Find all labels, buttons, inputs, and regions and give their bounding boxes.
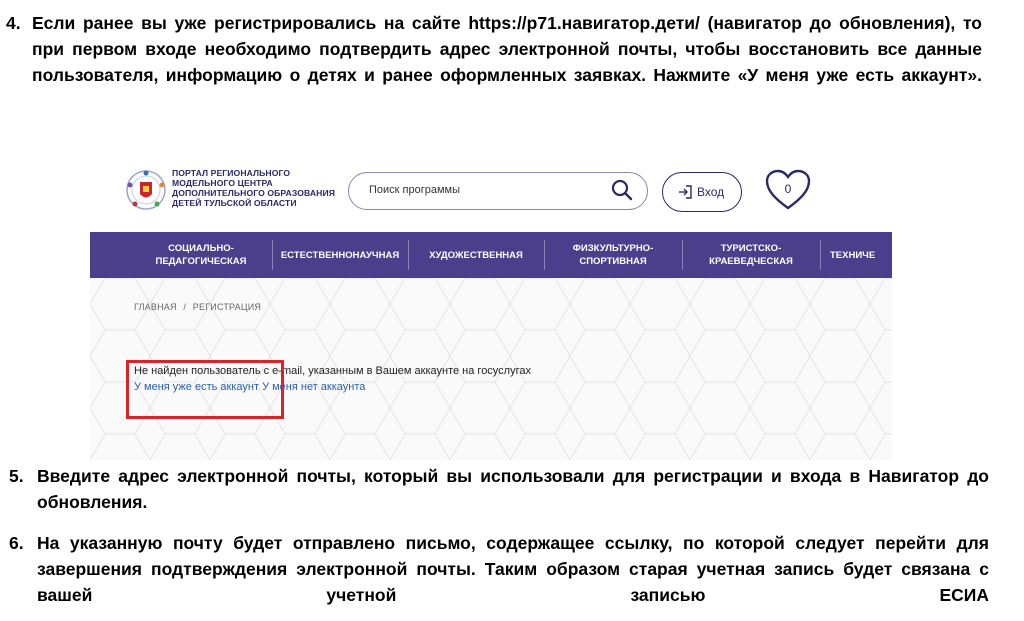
search-input[interactable]: Поиск программы	[348, 172, 648, 210]
login-button[interactable]: Вход	[662, 172, 742, 212]
nav-item-social[interactable]: СОЦИАЛЬНО- ПЕДАГОГИЧЕСКАЯ	[136, 232, 266, 278]
nav-divider	[408, 240, 409, 270]
search-placeholder: Поиск программы	[369, 184, 461, 196]
portal-logo-text: ПОРТАЛ РЕГИОНАЛЬНОГО МОДЕЛЬНОГО ЦЕНТРА Д…	[172, 168, 336, 208]
instruction-page: 4. Если ранее вы уже регистрировались на…	[0, 0, 1024, 621]
breadcrumb-home[interactable]: ГЛАВНАЯ	[134, 302, 177, 312]
login-label: Вход	[697, 185, 725, 199]
login-icon	[679, 185, 692, 199]
favorites-button[interactable]: 0	[764, 168, 812, 212]
breadcrumb-current: РЕГИСТРАЦИЯ	[192, 302, 262, 312]
breadcrumb-separator: /	[183, 302, 187, 312]
step-text: На указанную почту будет отправлено пись…	[37, 533, 989, 605]
portal-logo-icon	[126, 170, 166, 210]
category-nav: СОЦИАЛЬНО- ПЕДАГОГИЧЕСКАЯ ЕСТЕСТВЕННОНАУ…	[90, 232, 892, 278]
breadcrumb: ГЛАВНАЯ / РЕГИСТРАЦИЯ	[134, 302, 265, 312]
step-number: 6.	[9, 533, 24, 553]
step-4: 4. Если ранее вы уже регистрировались на…	[6, 10, 982, 114]
nav-divider	[820, 240, 821, 270]
step-number: 5.	[9, 466, 24, 486]
step-6: 6. На указанную почту будет отправлено п…	[9, 530, 989, 621]
nav-divider	[544, 240, 545, 270]
search-icon[interactable]	[611, 179, 633, 201]
nav-item-tourism[interactable]: ТУРИСТСКО- КРАЕВЕДЧЕСКАЯ	[686, 232, 816, 278]
nav-item-sport[interactable]: ФИЗКУЛЬТУРНО- СПОРТИВНАЯ	[548, 232, 678, 278]
nav-item-science[interactable]: ЕСТЕСТВЕННОНАУЧНАЯ	[276, 232, 404, 278]
step-text: Если ранее вы уже регистрировались на са…	[32, 13, 982, 85]
nav-item-tech[interactable]: ТЕХНИЧЕ	[830, 232, 892, 278]
nav-divider	[272, 240, 273, 270]
favorites-count: 0	[784, 182, 792, 196]
site-screenshot: ПОРТАЛ РЕГИОНАЛЬНОГО МОДЕЛЬНОГО ЦЕНТРА Д…	[90, 150, 892, 460]
highlight-frame	[126, 360, 284, 419]
nav-divider	[682, 240, 683, 270]
nav-item-art[interactable]: ХУДОЖЕСТВЕННАЯ	[412, 232, 540, 278]
step-number: 4.	[6, 13, 21, 33]
